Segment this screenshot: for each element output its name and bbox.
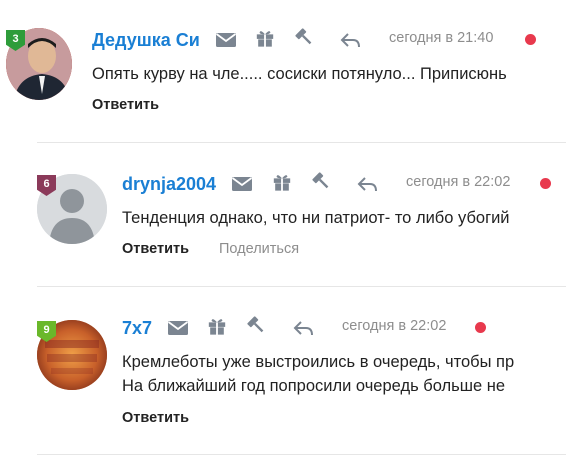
online-indicator — [525, 34, 536, 45]
author-name[interactable]: Дедушка Си — [92, 30, 200, 51]
comment-text-line: Кремлеботы уже выстроились в очередь, чт… — [122, 353, 515, 371]
gift-icon[interactable] — [271, 172, 293, 192]
gavel-icon[interactable] — [310, 171, 332, 191]
comment-time: сегодня в 22:02 — [406, 174, 511, 190]
comment-item: 3 Дедушка Си сегодня в 21:40 Опять курву… — [0, 0, 566, 140]
comment-item: 6 drynja2004 сегодня в 22:02 Тенденция о… — [0, 143, 566, 286]
reply-button[interactable]: Ответить — [122, 241, 189, 257]
reply-button[interactable]: Ответить — [92, 97, 159, 113]
author-name[interactable]: drynja2004 — [122, 174, 216, 195]
author-name[interactable]: 7x7 — [122, 318, 152, 339]
mail-icon[interactable] — [231, 174, 253, 194]
share-button[interactable]: Поделиться — [219, 241, 299, 257]
comment-text-line: Опять курву на чле..... сосиски потянуло… — [92, 65, 507, 83]
reply-arrow-icon[interactable] — [292, 318, 314, 338]
comment-item: 9 7x7 сегодня в 22:02 Кремлеботы уже выс… — [0, 287, 566, 457]
reply-arrow-icon[interactable] — [356, 174, 378, 194]
comment-time: сегодня в 21:40 — [389, 30, 494, 46]
mail-icon[interactable] — [167, 318, 189, 338]
online-indicator — [475, 322, 486, 333]
reply-arrow-icon[interactable] — [339, 30, 361, 50]
reply-button[interactable]: Ответить — [122, 410, 189, 426]
comment-text-line: На ближайший год попросили очередь больш… — [122, 377, 506, 395]
gift-icon[interactable] — [206, 316, 228, 336]
comment-text-line: Тенденция однако, что ни патриот- то либ… — [122, 209, 510, 227]
gift-icon[interactable] — [254, 28, 276, 48]
mail-icon[interactable] — [215, 30, 237, 50]
gavel-icon[interactable] — [245, 315, 267, 335]
comment-time: сегодня в 22:02 — [342, 318, 447, 334]
divider — [37, 454, 566, 455]
gavel-icon[interactable] — [293, 27, 315, 47]
online-indicator — [540, 178, 551, 189]
